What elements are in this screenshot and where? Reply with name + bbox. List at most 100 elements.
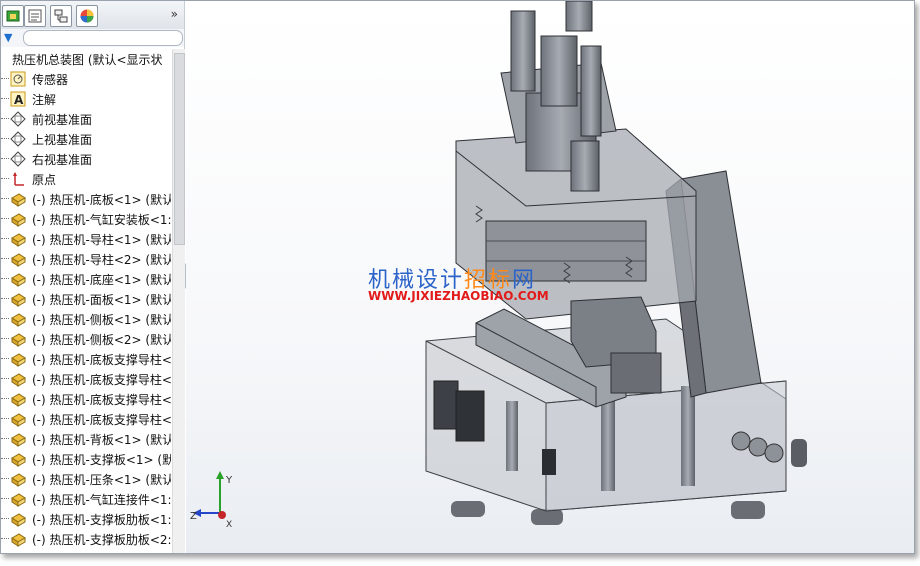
tree-item[interactable]: (-) 热压机-支撑板肋板<1: [1,509,171,529]
tree-connector [1,258,9,259]
tree-item[interactable]: (-) 热压机-面板<1> (默认 [1,289,171,309]
tree-connector [1,318,9,319]
tree-item[interactable]: A 注解 [1,89,171,109]
part-icon [11,293,26,307]
filter-bar: ▼ [1,29,184,47]
tree-item-label: (-) 热压机-底板<1> (默认 [32,193,171,207]
tree-connector [1,418,9,419]
part-icon [11,373,26,387]
tree-item[interactable]: 右视基准面 [1,149,171,169]
tree-item-label: 右视基准面 [32,153,93,167]
part-icon [11,333,26,347]
reference-triad[interactable]: Y Z X [188,469,248,529]
feature-tree: 热压机总装图 (默认<显示状传感器 A 注解前视基准面上视基准面右视基准面原点 (-)… [1,49,171,553]
tree-item[interactable]: (-) 热压机-底座<1> (默认 [1,269,171,289]
sensor-icon [10,71,26,87]
tree-item-label: (-) 热压机-面板<1> (默认 [32,293,171,307]
annotation-icon: A [10,91,26,107]
property-manager-icon [28,9,42,23]
configuration-icon [54,9,68,23]
tree-item[interactable]: (-) 热压机-背板<1> (默认 [1,429,171,449]
tree-connector [1,358,9,359]
tree-scrollbar[interactable] [172,49,185,553]
tree-connector [1,198,9,199]
graphics-viewport[interactable]: 机械设计招标网 WWW.JIXIEZHAOBIAO.COM Y Z X [186,1,914,553]
tree-item[interactable]: (-) 热压机-底板<1> (默认 [1,189,171,209]
plane-icon [10,131,26,147]
tree-item[interactable]: 原点 [1,169,171,189]
tree-item-label: (-) 热压机-底座<1> (默认 [32,273,171,287]
tree-item-label: (-) 热压机-底板支撑导柱< [32,413,171,427]
tree-item[interactable]: 前视基准面 [1,109,171,129]
tree-connector [1,278,9,279]
tree-item[interactable]: (-) 热压机-压条<1> (默认 [1,469,171,489]
filter-input[interactable] [23,30,183,46]
scrollbar-thumb[interactable] [174,53,185,245]
tree-item-label: 上视基准面 [32,133,93,147]
tree-item[interactable]: (-) 热压机-气缸安装板<1: [1,209,171,229]
tree-connector [1,378,9,379]
tree-item[interactable]: (-) 热压机-气缸连接件<1: [1,489,171,509]
tree-item[interactable]: (-) 热压机-底板支撑导柱< [1,409,171,429]
tree-connector [1,98,9,99]
tree-item[interactable]: (-) 热压机-导柱<1> (默认 [1,229,171,249]
tree-connector [1,478,9,479]
tree-item[interactable]: (-) 热压机-底板支撑导柱< [1,389,171,409]
tree-item-label: (-) 热压机-背板<1> (默认 [32,433,171,447]
tree-item-label: 注解 [32,93,57,107]
plane-icon [10,151,26,167]
tree-item[interactable]: 传感器 [1,69,171,89]
property-tab[interactable] [24,5,46,27]
tree-item[interactable]: (-) 热压机-支撑板肋板<2: [1,529,171,549]
tree-item-label: (-) 热压机-侧板<1> (默认 [32,313,171,327]
tree-item-label: (-) 热压机-底板支撑导柱< [32,353,171,367]
tree-item-label: (-) 热压机-支撑板<1> (默 [32,453,171,467]
appearance-tab[interactable] [76,5,98,27]
part-tree-icon [6,10,20,22]
part-icon [11,453,26,467]
origin-icon [13,172,24,186]
tree-root-label: 热压机总装图 (默认<显示状 [12,53,163,67]
tree-item[interactable]: (-) 热压机-支撑板<1> (默 [1,449,171,469]
tree-connector [1,118,9,119]
feature-tree-tab[interactable] [2,5,24,27]
tree-connector [1,498,9,499]
tree-connector [1,438,9,439]
part-icon [11,493,26,507]
part-icon [11,193,26,207]
part-icon [11,313,26,327]
expand-toolbar-icon[interactable]: » [171,7,178,21]
feature-manager-panel: » ▼ 热压机总装图 (默认<显示状传感器 A 注解前视基准面上视基准面右视基准面原… [1,1,185,553]
svg-text:A: A [14,93,24,107]
part-icon [11,353,26,367]
tree-connector [1,518,9,519]
part-icon [11,393,26,407]
triad-x-label: X [226,520,232,529]
tree-item-label: (-) 热压机-导柱<2> (默认 [32,253,171,267]
tree-item[interactable]: (-) 热压机-底板支撑导柱< [1,369,171,389]
tree-item-label: (-) 热压机-底板支撑导柱< [32,393,171,407]
tree-item[interactable]: 上视基准面 [1,129,171,149]
configuration-tab[interactable] [50,5,72,27]
tree-item[interactable]: (-) 热压机-侧板<1> (默认 [1,309,171,329]
part-icon [11,533,26,547]
tree-item-label: (-) 热压机-气缸连接件<1: [32,493,171,507]
filter-icon[interactable]: ▼ [4,31,12,44]
tree-item-label: (-) 热压机-支撑板肋板<1: [32,513,171,527]
tree-connector [1,78,9,79]
tree-item-label: (-) 热压机-底板支撑导柱< [32,373,171,387]
tree-item[interactable]: (-) 热压机-侧板<2> (默认 [1,329,171,349]
part-icon [11,513,26,527]
tree-connector [1,538,9,539]
tree-connector [1,458,9,459]
tree-item-label: (-) 热压机-导柱<1> (默认 [32,233,171,247]
tree-item-label: 前视基准面 [32,113,93,127]
part-icon [11,253,26,267]
tree-connector [1,298,9,299]
triad-z-label: Z [190,511,197,522]
tree-connector [1,158,9,159]
tree-connector [1,238,9,239]
tree-item[interactable]: (-) 热压机-底板支撑导柱< [1,349,171,369]
tree-item[interactable]: (-) 热压机-导柱<2> (默认 [1,249,171,269]
tree-root-assembly[interactable]: 热压机总装图 (默认<显示状 [1,49,171,69]
